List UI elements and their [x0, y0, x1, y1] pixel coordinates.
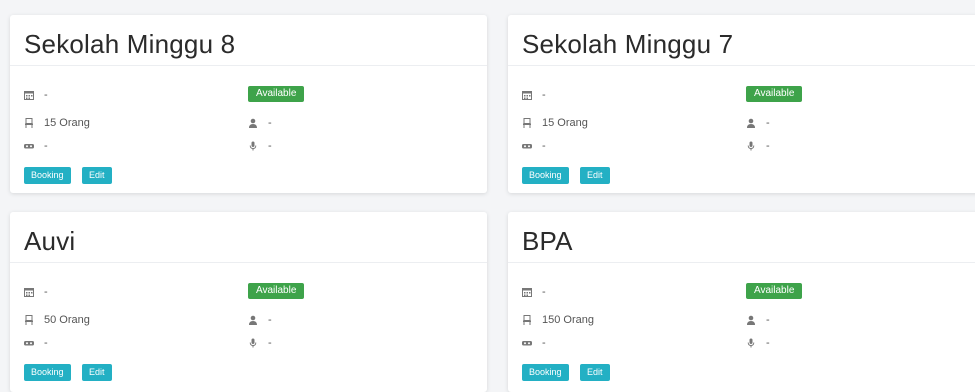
capacity-row: 15 Orang [24, 117, 90, 129]
calendar-icon [24, 288, 34, 297]
card-divider [508, 262, 975, 263]
status-badge: Available [746, 86, 803, 102]
capacity-value: 150 Orang [542, 314, 594, 326]
schedule-value: - [44, 286, 48, 298]
room-title: BPA [522, 226, 573, 256]
booking-button[interactable]: Booking [24, 167, 71, 184]
mic-row: - [746, 337, 770, 349]
capacity-value: 15 Orang [542, 117, 588, 129]
schedule-row: - [522, 89, 546, 101]
mic-row: - [746, 140, 770, 152]
room-card: Sekolah Minggu 8 - Available 15 Orang - … [10, 15, 487, 193]
schedule-value: - [44, 89, 48, 101]
vr-value: - [44, 337, 48, 349]
mic-row: - [248, 337, 272, 349]
vr-value: - [542, 140, 546, 152]
chair-icon [25, 118, 33, 128]
capacity-value: 50 Orang [44, 314, 90, 326]
booking-button[interactable]: Booking [522, 364, 569, 381]
capacity-row: 15 Orang [522, 117, 588, 129]
mic-value: - [766, 140, 770, 152]
microphone-icon [249, 338, 257, 348]
person-row: - [746, 314, 770, 326]
vr-value: - [542, 337, 546, 349]
microphone-icon [747, 338, 755, 348]
person-row: - [248, 314, 272, 326]
mic-value: - [268, 140, 272, 152]
edit-button[interactable]: Edit [82, 364, 112, 381]
capacity-value: 15 Orang [44, 117, 90, 129]
schedule-row: - [24, 286, 48, 298]
booking-button[interactable]: Booking [522, 167, 569, 184]
vr-row: - [24, 337, 48, 349]
room-title: Sekolah Minggu 8 [24, 29, 236, 59]
person-row: - [746, 117, 770, 129]
vr-row: - [522, 140, 546, 152]
vr-headset-icon [24, 341, 34, 346]
person-value: - [268, 314, 272, 326]
microphone-icon [249, 141, 257, 151]
microphone-icon [747, 141, 755, 151]
calendar-icon [522, 288, 532, 297]
mic-value: - [268, 337, 272, 349]
user-icon [249, 118, 257, 128]
calendar-icon [522, 91, 532, 100]
booking-button[interactable]: Booking [24, 364, 71, 381]
vr-value: - [44, 140, 48, 152]
person-row: - [248, 117, 272, 129]
edit-button[interactable]: Edit [580, 167, 610, 184]
capacity-row: 50 Orang [24, 314, 90, 326]
vr-row: - [522, 337, 546, 349]
vr-row: - [24, 140, 48, 152]
schedule-value: - [542, 286, 546, 298]
status-badge: Available [248, 283, 305, 299]
status-badge: Available [746, 283, 803, 299]
edit-button[interactable]: Edit [580, 364, 610, 381]
person-value: - [268, 117, 272, 129]
card-divider [508, 65, 975, 66]
person-value: - [766, 314, 770, 326]
card-divider [10, 262, 487, 263]
capacity-row: 150 Orang [522, 314, 594, 326]
user-icon [249, 315, 257, 325]
vr-headset-icon [522, 144, 532, 149]
room-card: BPA - Available 150 Orang - - - Booking … [508, 212, 975, 392]
chair-icon [523, 315, 531, 325]
mic-row: - [248, 140, 272, 152]
edit-button[interactable]: Edit [82, 167, 112, 184]
vr-headset-icon [24, 144, 34, 149]
user-icon [747, 118, 755, 128]
schedule-row: - [522, 286, 546, 298]
schedule-value: - [542, 89, 546, 101]
room-card: Sekolah Minggu 7 - Available 15 Orang - … [508, 15, 975, 193]
chair-icon [25, 315, 33, 325]
mic-value: - [766, 337, 770, 349]
room-card: Auvi - Available 50 Orang - - - Booking … [10, 212, 487, 392]
card-divider [10, 65, 487, 66]
room-title: Sekolah Minggu 7 [522, 29, 734, 59]
room-title: Auvi [24, 226, 76, 256]
chair-icon [523, 118, 531, 128]
status-badge: Available [248, 86, 305, 102]
vr-headset-icon [522, 341, 532, 346]
user-icon [747, 315, 755, 325]
calendar-icon [24, 91, 34, 100]
person-value: - [766, 117, 770, 129]
schedule-row: - [24, 89, 48, 101]
